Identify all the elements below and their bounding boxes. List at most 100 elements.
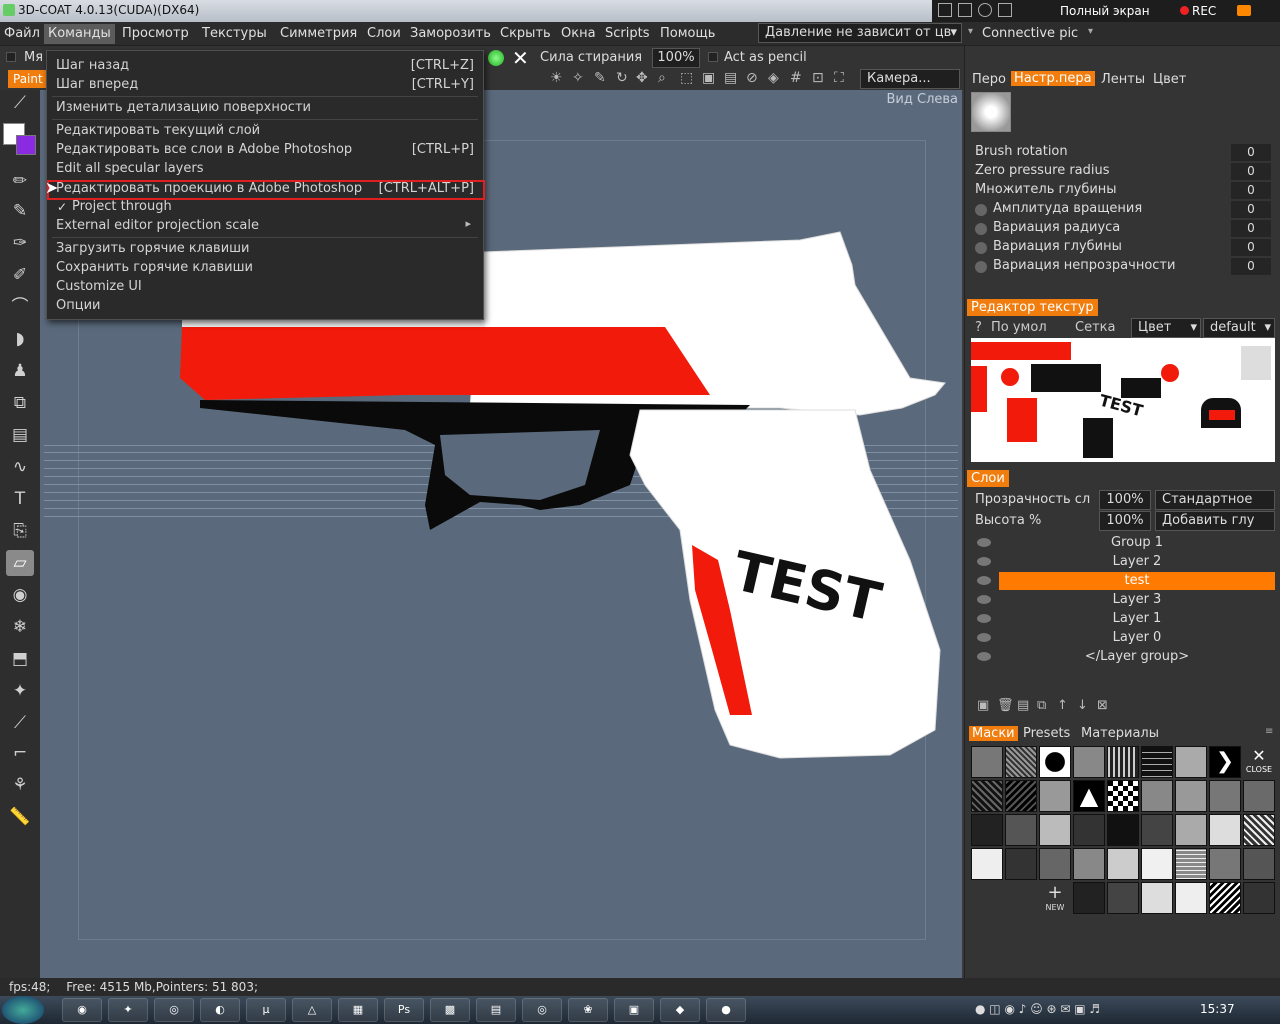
mask-item-triangle[interactable]: ▲ (1073, 780, 1105, 812)
pen-pressure-icon[interactable] (975, 261, 987, 273)
tab-materials[interactable]: Материалы (1081, 726, 1159, 741)
taskbar-chrome-icon[interactable]: ◎ (522, 998, 562, 1022)
menu-item-edit-projection-ps[interactable]: Редактировать проекцию в Adobe Photoshop (56, 181, 362, 196)
snowflake-icon[interactable]: ❄ (6, 614, 34, 640)
secondary-color-swatch[interactable] (16, 135, 36, 155)
pen-pressure-icon[interactable] (975, 223, 987, 235)
blend-mode-combo[interactable]: Стандартное (1155, 490, 1275, 510)
tab-presets[interactable]: Presets (1023, 726, 1070, 741)
mask-item[interactable] (971, 780, 1003, 812)
close-masks-button[interactable]: ✕ CLOSE (1243, 746, 1275, 778)
stamp-icon[interactable]: ♟ (6, 358, 34, 384)
mask-item[interactable] (1141, 882, 1173, 914)
mask-item[interactable] (1243, 848, 1275, 880)
mask-pencil-icon[interactable]: ⬒ (6, 646, 34, 672)
layer-opacity-field[interactable]: 100% (1099, 490, 1151, 510)
help-button[interactable]: ? (975, 320, 982, 335)
mask-item[interactable] (1039, 746, 1071, 778)
mask-item[interactable] (1073, 848, 1105, 880)
taskbar-app-icon[interactable]: ▣ (614, 998, 654, 1022)
clone-icon[interactable]: ⧉ (6, 390, 34, 416)
mask-item[interactable] (1175, 882, 1207, 914)
mask-item[interactable] (1005, 780, 1037, 812)
texture-editor-header[interactable]: Редактор текстур (967, 299, 1098, 316)
ruler-icon[interactable]: 📏 (6, 804, 34, 830)
uv-texture-preview[interactable]: TEST (971, 338, 1275, 462)
zoom-icon[interactable]: ⌕ (658, 70, 666, 86)
mask-item[interactable] (1175, 746, 1207, 778)
menu-item-undo[interactable]: Шаг назад (56, 58, 129, 73)
menu-item-redo[interactable]: Шаг вперед (56, 77, 138, 92)
pressure-combo[interactable]: Давление не зависит от цв ▾ (758, 23, 962, 43)
taskbar-app-icon[interactable]: △ (292, 998, 332, 1022)
cube-icon[interactable]: ◈ (768, 70, 779, 86)
restore-icon[interactable] (958, 3, 972, 17)
taskbar-app-icon[interactable]: ❀ (568, 998, 608, 1022)
erase-strength-field[interactable]: 100% (652, 48, 700, 68)
new-mask-button[interactable]: + NEW (1039, 882, 1071, 914)
mask-item[interactable] (1073, 814, 1105, 846)
eye-icon[interactable]: ◉ (6, 582, 34, 608)
brush-small-icon[interactable]: ✎ (594, 70, 606, 86)
taskbar-app-icon[interactable]: ✦ (108, 998, 148, 1022)
menu-scripts[interactable]: Scripts (605, 26, 649, 41)
eraser-icon[interactable]: ▱ (6, 550, 34, 576)
eye-icon[interactable] (977, 595, 991, 604)
start-button[interactable] (2, 996, 44, 1024)
tab-color[interactable]: Цвет (1153, 72, 1186, 87)
layer-height-field[interactable]: 100% (1099, 511, 1151, 531)
add-glow-combo[interactable]: Добавить глу (1155, 511, 1275, 531)
mask-item[interactable] (1175, 780, 1207, 812)
layers-header[interactable]: Слои (967, 470, 1009, 487)
menu-item-project-through[interactable]: Project through (72, 199, 172, 214)
sculpt-icon[interactable]: ⌐ (6, 740, 34, 766)
mask-item[interactable] (1107, 882, 1139, 914)
pipette-icon[interactable]: ⟋ (6, 710, 34, 736)
param-value[interactable]: 0 (1231, 182, 1271, 199)
copy-icon[interactable]: ⎘ (6, 518, 34, 544)
mask-item[interactable] (1107, 848, 1139, 880)
grid-icon[interactable]: # (790, 70, 802, 86)
brush-alpha-preview[interactable] (971, 92, 1011, 132)
mask-item[interactable] (1209, 848, 1241, 880)
fit-icon[interactable]: ⛶ (834, 70, 844, 86)
channel-combo[interactable]: Цвет ▾ (1131, 318, 1201, 338)
mask-item[interactable] (971, 814, 1003, 846)
menu-view[interactable]: Просмотр (122, 26, 189, 41)
curve-icon[interactable]: ∿ (6, 454, 34, 480)
camera-icon[interactable] (1237, 5, 1251, 16)
layer-item[interactable]: Group 1 (999, 534, 1275, 552)
light-icon[interactable]: ☀ (550, 70, 563, 86)
tab-brush[interactable]: Перо (972, 72, 1006, 87)
menu-item-edit-all-layers-ps[interactable]: Редактировать все слои в Adobe Photoshop (56, 142, 352, 157)
checkbox[interactable] (6, 52, 16, 62)
taskbar-recorder-icon[interactable]: ● (706, 998, 746, 1022)
taskbar-app-icon[interactable]: ▩ (430, 998, 470, 1022)
grid-toggle[interactable]: Сетка (1075, 320, 1115, 335)
camera-combo[interactable]: Камера... (860, 69, 960, 89)
merge-icon[interactable]: ⊠ (1097, 698, 1108, 713)
menu-item-edit-specular[interactable]: Edit all specular layers (56, 161, 203, 176)
param-value[interactable]: 0 (1231, 258, 1271, 275)
menu-commands[interactable]: Команды (44, 24, 115, 44)
minimize-icon[interactable] (938, 3, 952, 17)
blur-icon[interactable]: ◗ (6, 326, 34, 352)
menu-textures[interactable]: Текстуры (202, 26, 267, 41)
eye-icon[interactable] (977, 557, 991, 566)
eye-icon[interactable] (977, 614, 991, 623)
clock[interactable]: 15:37 (1200, 1002, 1235, 1016)
chevron-down-icon[interactable]: ▾ (968, 26, 973, 37)
mask-item[interactable] (1005, 746, 1037, 778)
wand-icon[interactable]: ✦ (6, 678, 34, 704)
menu-help[interactable]: Помощь (660, 26, 715, 41)
mask-item[interactable] (1005, 814, 1037, 846)
mask-item[interactable] (1141, 780, 1173, 812)
menu-symmetry[interactable]: Симметрия (280, 26, 357, 41)
mask-item[interactable] (1209, 780, 1241, 812)
paint-room-tab[interactable]: Paint (8, 70, 46, 88)
tab-brush-settings[interactable]: Настр.пера (1011, 71, 1095, 86)
menu-windows[interactable]: Окна (561, 26, 596, 41)
duplicate-icon[interactable]: ⧉ (1037, 698, 1046, 713)
mask-item[interactable] (971, 848, 1003, 880)
pen-pressure-icon[interactable] (975, 242, 987, 254)
